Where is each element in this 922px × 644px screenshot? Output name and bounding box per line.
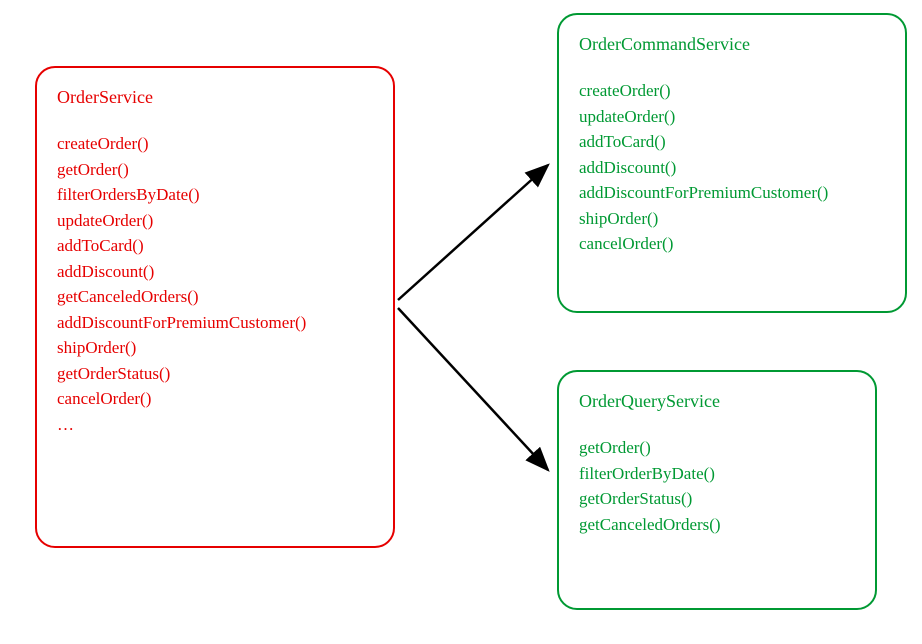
method-item: shipOrder() [57,335,373,361]
order-command-service-title: OrderCommandService [579,33,885,56]
method-item: cancelOrder() [579,231,885,257]
method-item: updateOrder() [579,104,885,130]
method-item: getOrder() [57,157,373,183]
method-item: getCanceledOrders() [579,512,855,538]
order-query-service-methods: getOrder()filterOrderByDate()getOrderSta… [579,435,855,537]
method-item: addDiscountForPremiumCustomer() [57,310,373,336]
order-command-service-box: OrderCommandService createOrder()updateO… [557,13,907,313]
method-item: addDiscount() [57,259,373,285]
order-service-box: OrderService createOrder()getOrder()filt… [35,66,395,548]
method-item: addToCard() [579,129,885,155]
arrow-to-query [398,308,548,470]
method-item: updateOrder() [57,208,373,234]
order-command-service-methods: createOrder()updateOrder()addToCard()add… [579,78,885,257]
method-item: … [57,412,373,438]
method-item: createOrder() [579,78,885,104]
method-item: addDiscount() [579,155,885,181]
arrow-to-command [398,165,548,300]
method-item: createOrder() [57,131,373,157]
order-service-title: OrderService [57,86,373,109]
order-query-service-box: OrderQueryService getOrder()filterOrderB… [557,370,877,610]
order-service-methods: createOrder()getOrder()filterOrdersByDat… [57,131,373,437]
method-item: filterOrderByDate() [579,461,855,487]
method-item: shipOrder() [579,206,885,232]
method-item: filterOrdersByDate() [57,182,373,208]
method-item: getCanceledOrders() [57,284,373,310]
order-query-service-title: OrderQueryService [579,390,855,413]
method-item: addToCard() [57,233,373,259]
method-item: cancelOrder() [57,386,373,412]
method-item: getOrderStatus() [57,361,373,387]
method-item: getOrderStatus() [579,486,855,512]
method-item: addDiscountForPremiumCustomer() [579,180,885,206]
method-item: getOrder() [579,435,855,461]
